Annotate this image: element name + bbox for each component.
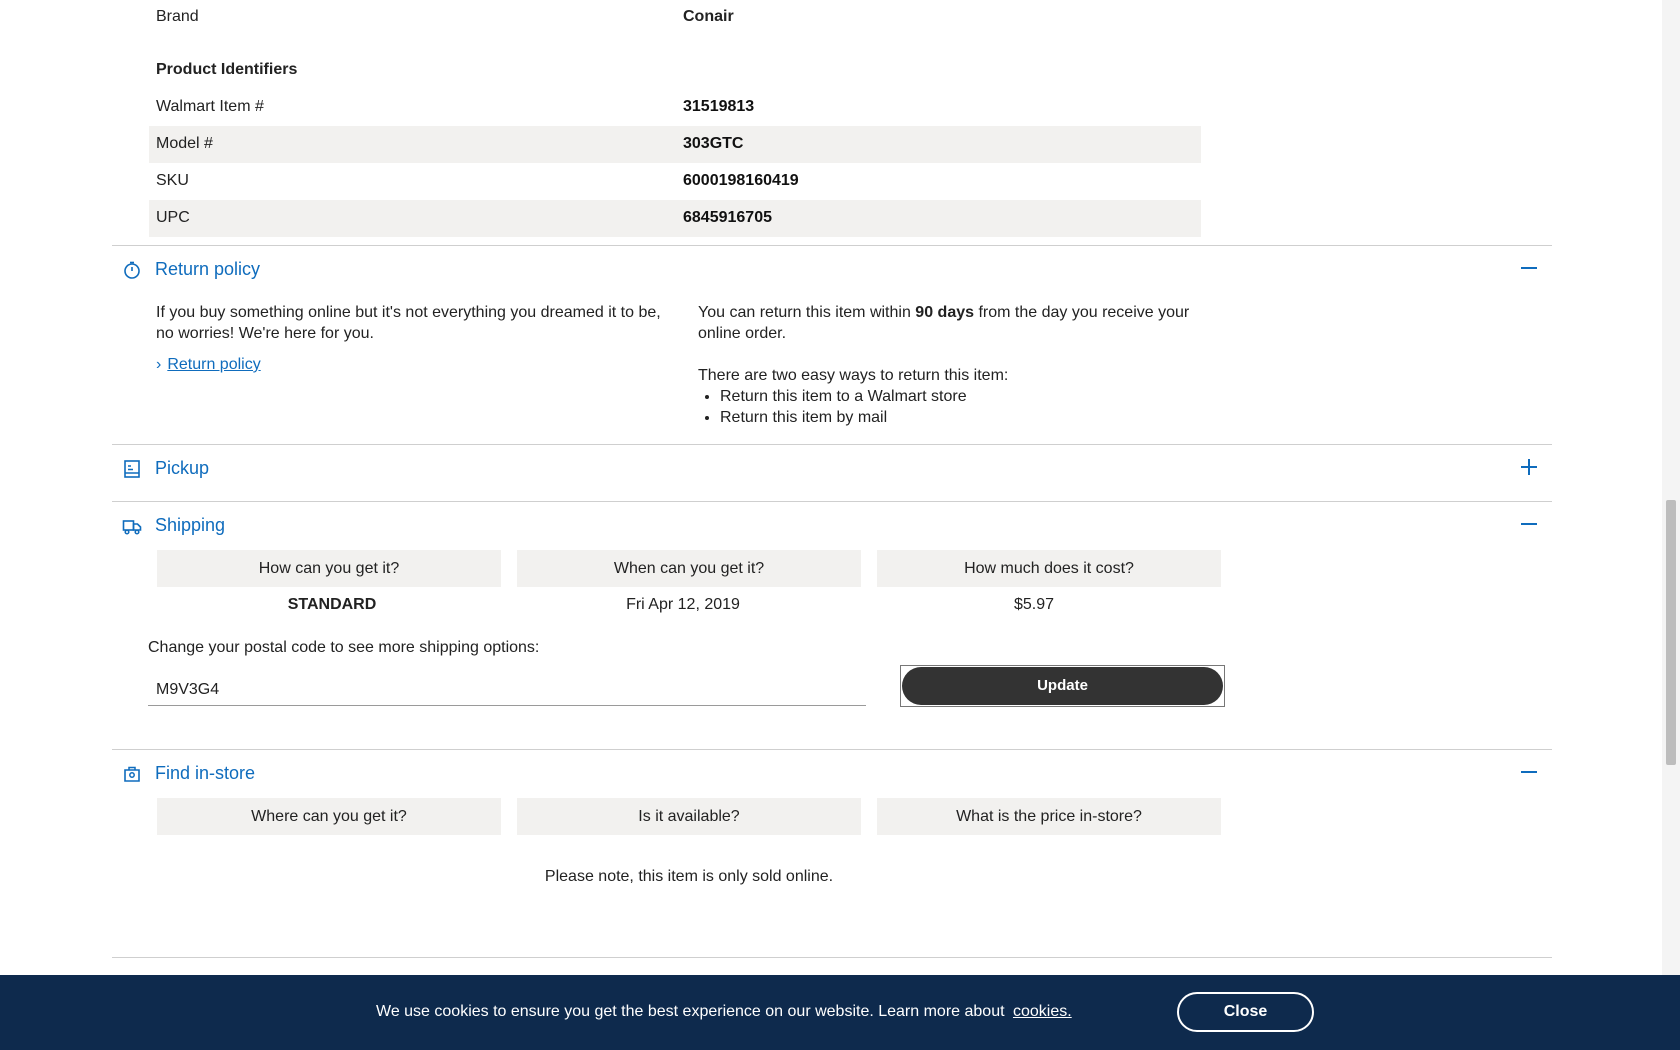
product-details-page: Brand Conair Product Identifiers Walmart… [0, 0, 1662, 1050]
spec-value: 303GTC [683, 135, 744, 152]
store-header-price: What is the price in-store? [877, 798, 1221, 835]
pickup-title[interactable]: Pickup [155, 458, 209, 479]
minus-icon[interactable] [1519, 762, 1539, 782]
spec-label: Model # [156, 135, 213, 152]
section-divider [112, 245, 1552, 246]
list-item: Return this item to a Walmart store [720, 386, 967, 407]
shipping-date: Fri Apr 12, 2019 [626, 596, 740, 613]
return-days: 90 days [915, 304, 975, 321]
page-scrollbar[interactable] [1662, 0, 1680, 1050]
cookie-message: We use cookies to ensure you get the bes… [376, 1003, 1005, 1020]
update-button-focus-ring: Update [900, 665, 1225, 707]
plus-icon[interactable] [1519, 457, 1539, 477]
return-ways-intro: There are two easy ways to return this i… [698, 367, 1009, 384]
spec-label: UPC [156, 209, 190, 226]
timer-icon [122, 260, 142, 280]
online-only-note: Please note, this item is only sold onli… [544, 868, 834, 885]
store-header-location: Where can you get it? [157, 798, 501, 835]
shipping-title[interactable]: Shipping [155, 515, 225, 536]
spec-label: Walmart Item # [156, 98, 264, 115]
find-in-store-title[interactable]: Find in-store [155, 763, 255, 784]
truck-icon [122, 516, 142, 536]
store-pin-icon [122, 764, 142, 784]
postal-code-prompt: Change your postal code to see more ship… [148, 639, 540, 656]
shipping-cost: $5.97 [1013, 596, 1055, 613]
section-divider [112, 444, 1552, 445]
chevron-right-icon: › [156, 356, 162, 373]
shipping-header-method: How can you get it? [157, 550, 501, 587]
section-divider [112, 501, 1552, 502]
postal-code-input[interactable] [148, 674, 866, 706]
return-policy-link[interactable]: Return policy [167, 356, 260, 373]
spec-row-model: Model # 303GTC [149, 126, 1201, 163]
return-text-before: You can return this item within [698, 304, 916, 321]
section-divider [112, 957, 1552, 958]
shipping-header-cost: How much does it cost? [877, 550, 1221, 587]
minus-icon[interactable] [1519, 258, 1539, 278]
scrollbar-thumb[interactable] [1666, 500, 1676, 765]
update-button[interactable]: Update [902, 667, 1223, 705]
return-policy-link-row: › Return policy [156, 354, 261, 375]
return-policy-title[interactable]: Return policy [155, 259, 260, 280]
spec-row-walmart-item: Walmart Item # 31519813 [149, 89, 1201, 126]
receipt-icon [122, 459, 142, 479]
spec-row-upc: UPC 6845916705 [149, 200, 1201, 237]
shipping-method: STANDARD [287, 596, 377, 613]
cookie-close-button[interactable]: Close [1177, 992, 1314, 1032]
list-item: Return this item by mail [720, 407, 967, 428]
return-window-text: You can return this item within 90 days … [698, 302, 1198, 344]
store-header-availability: Is it available? [517, 798, 861, 835]
spec-value: 31519813 [683, 98, 755, 115]
spec-value: 6845916705 [683, 209, 772, 226]
cookie-banner: We use cookies to ensure you get the bes… [0, 975, 1680, 1050]
return-ways-list: Return this item to a Walmart store Retu… [698, 386, 967, 428]
spec-row-sku: SKU 6000198160419 [149, 163, 1201, 200]
shipping-header-date: When can you get it? [517, 550, 861, 587]
return-policy-intro: If you buy something online but it's not… [156, 304, 661, 342]
cookie-message-row: We use cookies to ensure you get the bes… [376, 1003, 1072, 1021]
brand-label: Brand [156, 8, 199, 25]
spec-label: SKU [156, 172, 189, 189]
minus-icon[interactable] [1519, 514, 1539, 534]
section-divider [112, 749, 1552, 750]
cookies-link[interactable]: cookies. [1013, 1003, 1072, 1020]
product-identifiers-heading: Product Identifiers [156, 61, 298, 78]
spec-value: 6000198160419 [683, 172, 799, 189]
brand-value: Conair [683, 8, 734, 25]
